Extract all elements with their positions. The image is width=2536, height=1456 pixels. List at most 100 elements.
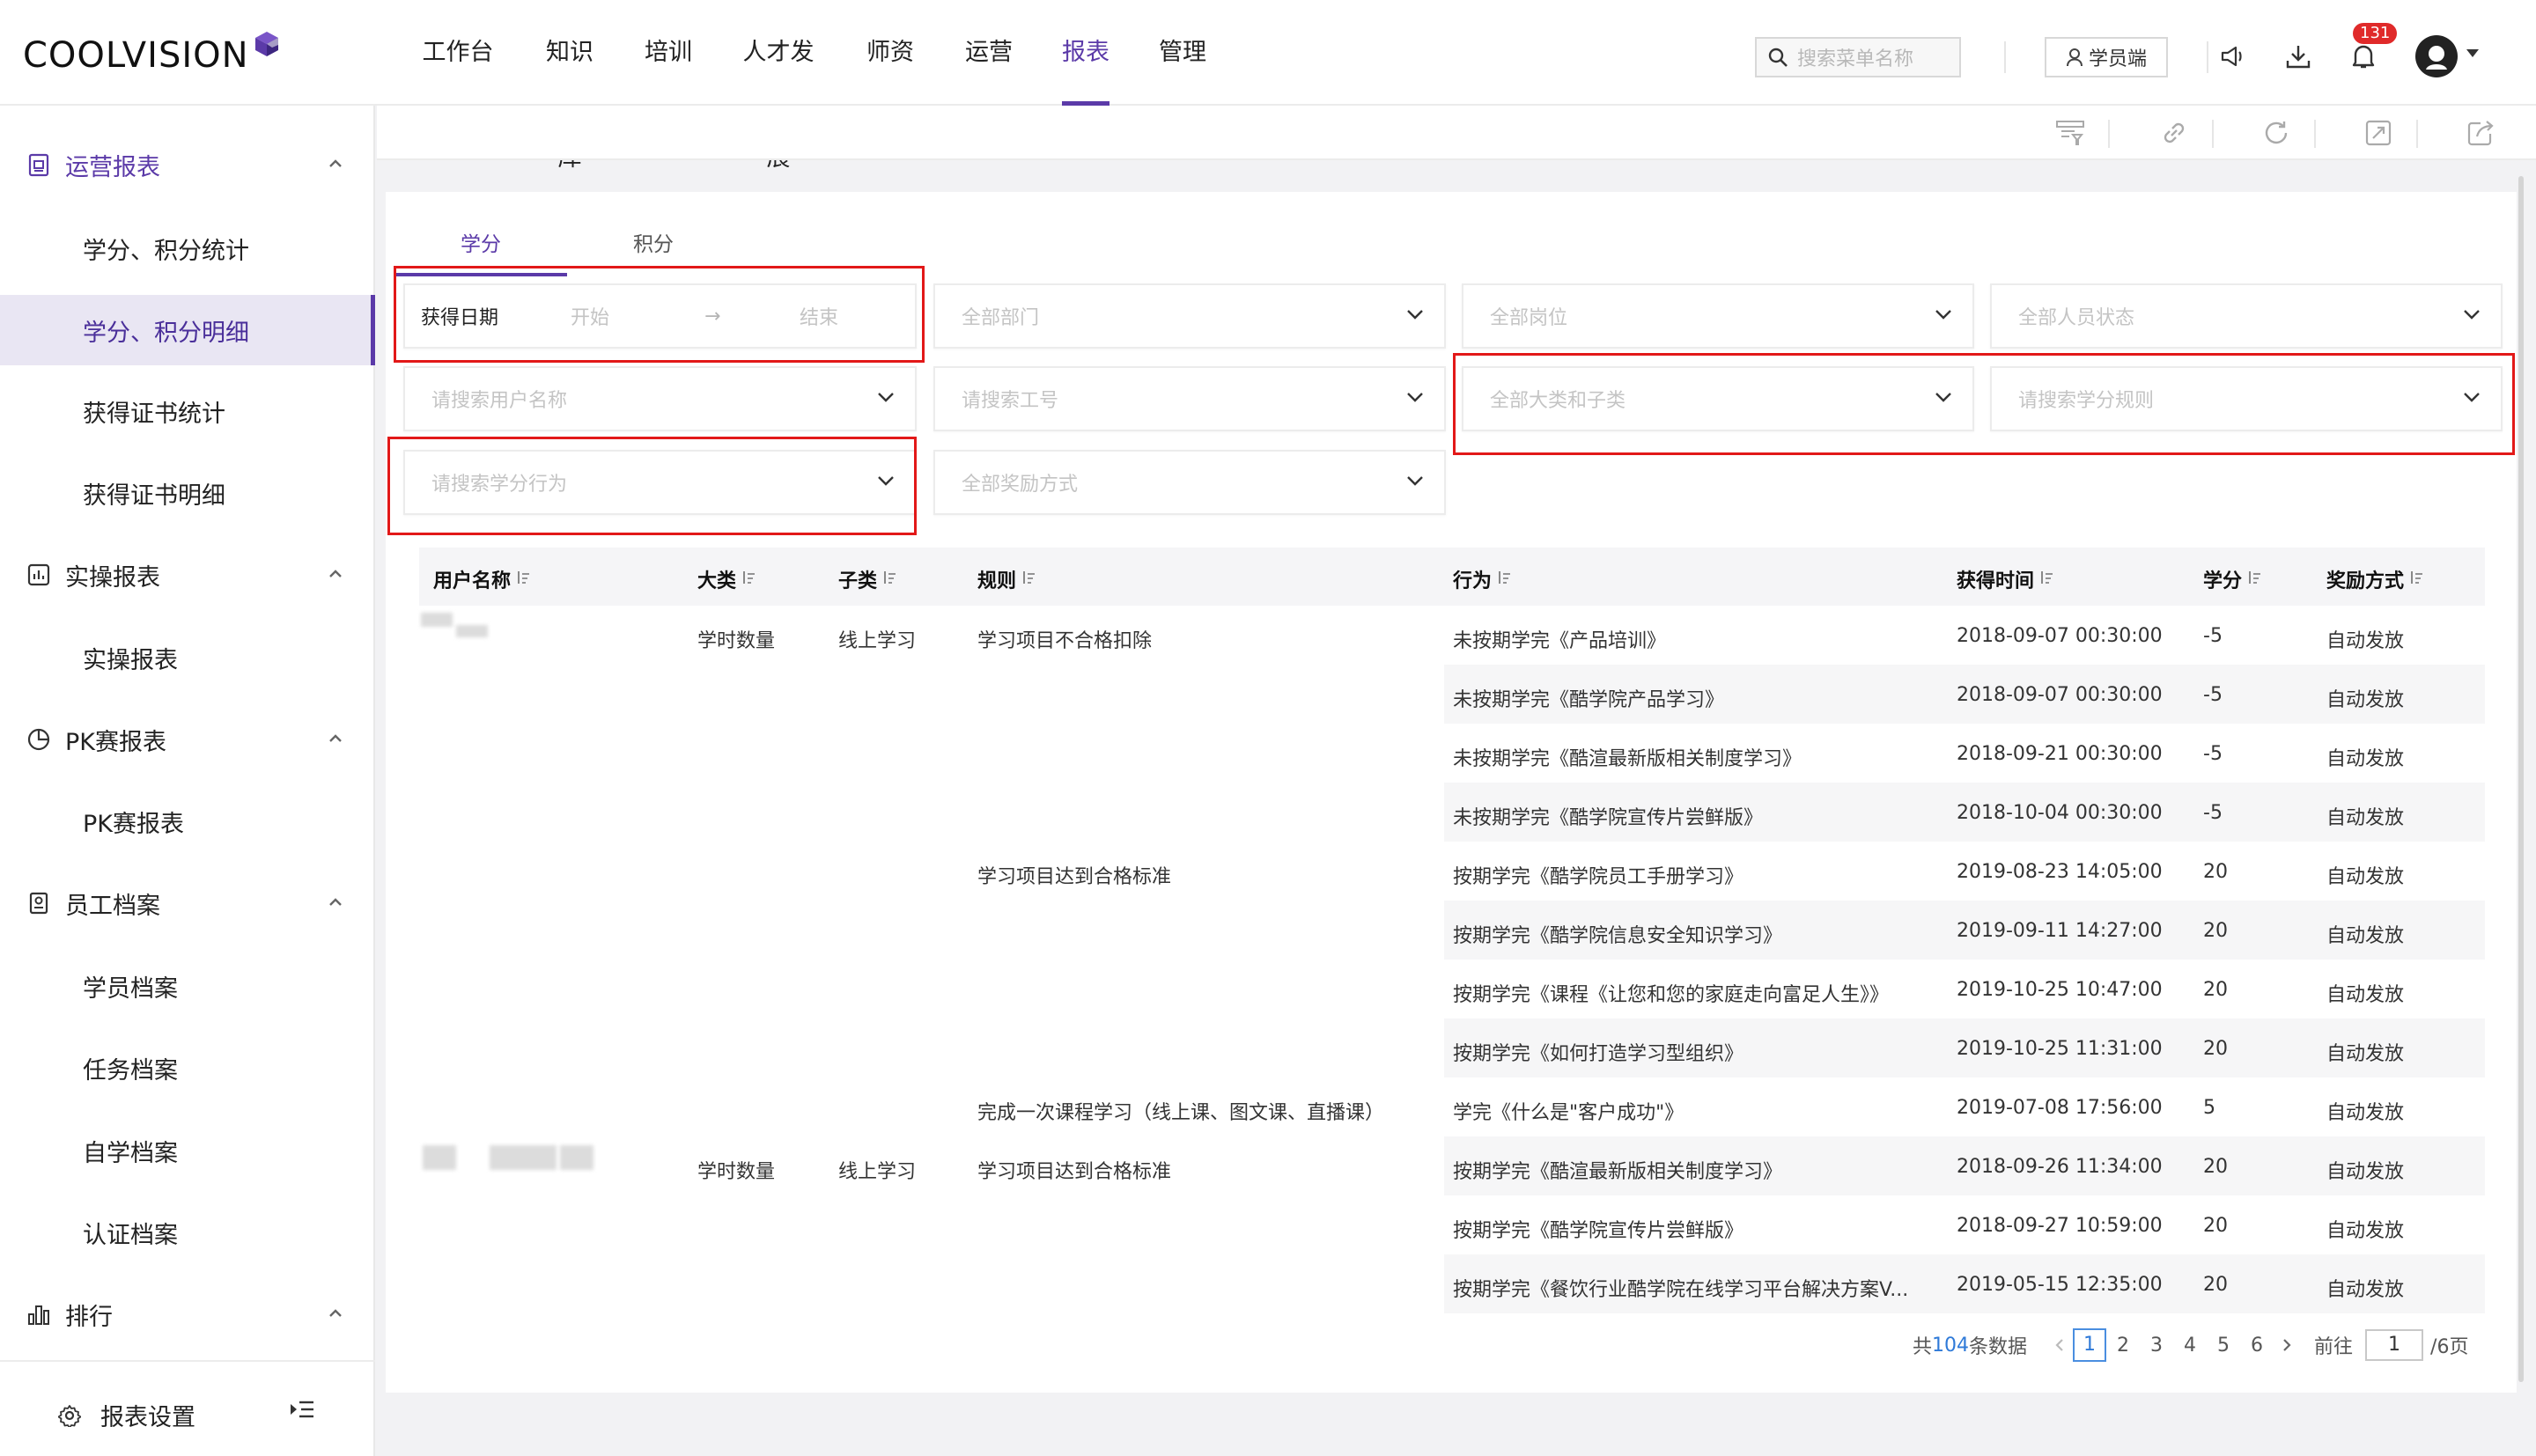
- table-row[interactable]: 学习项目达到合格标准 按期学完《酷学院员工手册学习》 2019-08-23 14:0…: [419, 842, 2485, 901]
- nav-item-admin[interactable]: 管理: [1134, 0, 1231, 106]
- sort-icon[interactable]: [877, 569, 896, 591]
- nav-item-talent-development[interactable]: 人才发展: [717, 0, 840, 172]
- sort-icon[interactable]: [2242, 569, 2261, 591]
- nav-item-workbench[interactable]: 工作台: [396, 0, 520, 106]
- sort-icon[interactable]: [2404, 569, 2423, 591]
- cell-time: 2018-09-26 11:34:00: [1957, 1156, 2163, 1178]
- col-rule-header[interactable]: 规则: [977, 565, 1036, 593]
- table-row[interactable]: 按期学完《餐饮行业酷学院在线学习平台解决方案V... 2019-05-15 12:…: [419, 1254, 2485, 1313]
- table-row[interactable]: 未按期学完《酷学院产品学习》 2018-09-07 00:30:00 -5 自动发放: [419, 665, 2485, 724]
- cell-reward: 自动发放: [2326, 866, 2405, 888]
- sort-icon[interactable]: [2034, 569, 2053, 591]
- chevron-down-icon: [2464, 310, 2480, 320]
- bell-icon[interactable]: [2346, 39, 2381, 74]
- sidebar-group-pk-report[interactable]: PK赛报表: [0, 713, 375, 766]
- share-icon[interactable]: [2464, 116, 2497, 150]
- sidebar-item-cert-stats[interactable]: 获得证书统计: [0, 376, 375, 446]
- nav-item-training[interactable]: 培训: [620, 0, 717, 106]
- cell-reward: 自动发放: [2326, 984, 2405, 1006]
- logo[interactable]: COOLVISION: [23, 32, 279, 77]
- fullscreen-icon[interactable]: [2362, 116, 2395, 150]
- staff-status-select[interactable]: 全部人员状态: [1990, 283, 2503, 349]
- table-row[interactable]: 学时数量 线上学习 学习项目不合格扣除 未按期学完《产品培训》 2018-09-07 0…: [419, 606, 2485, 665]
- cell-credit: 20: [2203, 1038, 2228, 1060]
- chevron-down-icon[interactable]: [2466, 49, 2479, 57]
- sidebar-item-pk-report[interactable]: PK赛报表: [0, 786, 375, 857]
- table-row[interactable]: 按期学完《酷学院信息安全知识学习》 2019-09-11 14:27:00 20 自动…: [419, 901, 2485, 960]
- rank-icon: [28, 1305, 49, 1325]
- filter-settings-icon[interactable]: [2053, 116, 2087, 150]
- goto-page-input[interactable]: 1: [2365, 1329, 2424, 1361]
- sidebar-group-ranking[interactable]: 排行: [0, 1288, 375, 1341]
- sort-icon[interactable]: [736, 569, 756, 591]
- sidebar-item-practice-report[interactable]: 实操报表: [0, 622, 375, 693]
- sidebar-group-practice-report[interactable]: 实操报表: [0, 548, 375, 601]
- archive-icon: [29, 892, 48, 915]
- chevron-left-icon[interactable]: [2050, 1337, 2069, 1353]
- column-label: 奖励方式: [2326, 570, 2405, 592]
- page-5[interactable]: 5: [2207, 1335, 2240, 1357]
- cell-behavior: 未按期学完《酷学院宣传片尝鲜版》: [1453, 807, 1764, 829]
- nav-item-teachers[interactable]: 师资: [840, 0, 940, 106]
- sidebar-item-credit-detail[interactable]: 学分、积分明细: [0, 295, 375, 365]
- divider: [2212, 120, 2214, 148]
- refresh-icon[interactable]: [2260, 116, 2293, 150]
- sort-icon[interactable]: [511, 569, 530, 591]
- sort-icon[interactable]: [1492, 569, 1511, 591]
- col-user-name-header[interactable]: 用户名称: [433, 565, 530, 593]
- department-select[interactable]: 全部部门: [933, 283, 1446, 349]
- user-name-search[interactable]: 请搜索用户名称: [403, 366, 917, 431]
- sidebar-group-ops-report[interactable]: 运营报表: [0, 138, 375, 191]
- nav-item-reports[interactable]: 报表: [1037, 0, 1134, 106]
- sidebar-item-credit-stats[interactable]: 学分、积分统计: [0, 213, 375, 283]
- sidebar-item-cert-archive[interactable]: 认证档案: [0, 1197, 375, 1268]
- sidebar-item-label: 学员档案: [83, 974, 178, 1003]
- table-row[interactable]: 未按期学完《酷学院宣传片尝鲜版》 2018-10-04 00:30:00 -5 自动发…: [419, 783, 2485, 842]
- download-icon[interactable]: [2281, 39, 2316, 74]
- col-category-header[interactable]: 大类: [697, 565, 756, 593]
- sidebar-item-selfstudy-archive[interactable]: 自学档案: [0, 1115, 375, 1186]
- table-row[interactable]: 完成一次课程学习（线上课、图文课、直播课） 学完《什么是"客户成功"》 2019-0…: [419, 1077, 2485, 1136]
- sidebar-item-label: 学分、积分明细: [83, 319, 249, 347]
- sort-icon[interactable]: [1016, 569, 1036, 591]
- table-row[interactable]: 按期学完《课程《让您和您的家庭走向富足人生》》 2019-10-25 10:47:…: [419, 960, 2485, 1018]
- reward-method-select[interactable]: 全部奖励方式: [933, 450, 1446, 515]
- table-row[interactable]: 未按期学完《酷渲最新版相关制度学习》 2018-09-21 00:30:00 -5 自…: [419, 724, 2485, 783]
- col-subcategory-header[interactable]: 子类: [838, 565, 896, 593]
- table-row[interactable]: 按期学完《如何打造学习型组织》 2019-10-25 11:31:00 20 自动发放: [419, 1018, 2485, 1077]
- avatar[interactable]: [2415, 35, 2458, 77]
- col-credit-header[interactable]: 学分: [2203, 565, 2261, 593]
- chevron-right-icon[interactable]: [2277, 1337, 2296, 1353]
- student-portal-button[interactable]: 学员端: [2045, 37, 2168, 77]
- col-time-header[interactable]: 获得时间: [1957, 565, 2053, 593]
- page-4[interactable]: 4: [2173, 1335, 2207, 1357]
- total-count: 104: [1932, 1334, 1970, 1357]
- announcement-icon[interactable]: [2215, 39, 2251, 74]
- col-reward-header[interactable]: 奖励方式: [2326, 565, 2423, 593]
- menu-search-input[interactable]: 搜索菜单名称: [1755, 37, 1961, 77]
- page-3[interactable]: 3: [2140, 1335, 2173, 1357]
- page-2[interactable]: 2: [2106, 1335, 2140, 1357]
- report-settings-button[interactable]: 报表设置: [58, 1398, 195, 1432]
- cell-credit: 20: [2203, 920, 2228, 942]
- cell-time: 2018-09-07 00:30:00: [1957, 684, 2163, 706]
- employee-id-search[interactable]: 请搜索工号: [933, 366, 1446, 431]
- link-icon[interactable]: [2157, 116, 2191, 150]
- table-row[interactable]: 按期学完《酷学院宣传片尝鲜版》 2018-09-27 10:59:00 20 自动发放: [419, 1195, 2485, 1254]
- collapse-menu-icon[interactable]: [289, 1398, 315, 1421]
- sidebar-item-learner-archive[interactable]: 学员档案: [0, 951, 375, 1021]
- sidebar-group-employee-archive[interactable]: 员工档案: [0, 877, 375, 930]
- sidebar-item-cert-detail[interactable]: 获得证书明细: [0, 458, 375, 528]
- select-placeholder: 全部岗位: [1490, 307, 1568, 329]
- page-1[interactable]: 1: [2073, 1328, 2107, 1362]
- scrollbar[interactable]: [2518, 176, 2524, 1382]
- nav-item-knowledge-base[interactable]: 知识库: [520, 0, 620, 172]
- position-select[interactable]: 全部岗位: [1462, 283, 1974, 349]
- sidebar-item-task-archive[interactable]: 任务档案: [0, 1033, 375, 1103]
- nav-item-operations[interactable]: 运营: [940, 0, 1037, 106]
- col-behavior-header[interactable]: 行为: [1453, 565, 1511, 593]
- table-row[interactable]: 学时数量 线上学习 学习项目达到合格标准 按期学完《酷渲最新版相关制度学习》 2018-…: [419, 1136, 2485, 1195]
- cell-behavior: 按期学完《酷学院宣传片尝鲜版》: [1453, 1220, 1744, 1242]
- page-6[interactable]: 6: [2240, 1335, 2274, 1357]
- top-bar: COOLVISION 工作台知识库培训人才发展师资运营报表管理 搜索菜单名称 学…: [0, 0, 2536, 172]
